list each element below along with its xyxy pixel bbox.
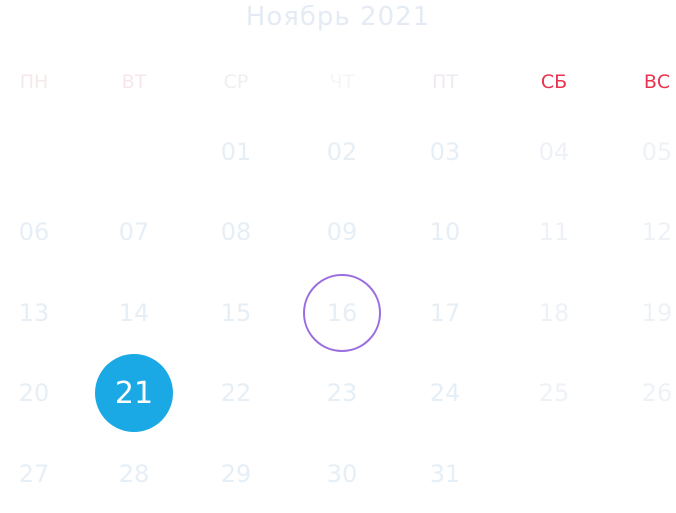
day-cell[interactable]: 25: [515, 354, 593, 432]
day-cell[interactable]: 15: [197, 274, 275, 352]
day-cell[interactable]: 03: [406, 113, 484, 191]
day-cell[interactable]: 22: [197, 354, 275, 432]
day-cell[interactable]: 10: [406, 193, 484, 271]
calendar: Ноябрь 2021 ПН ВТ СР ЧТ ПТ СБ ВС 01 02 03 0…: [0, 0, 676, 490]
day-cell-today[interactable]: 16: [303, 274, 381, 352]
day-cell[interactable]: 20: [0, 354, 73, 432]
day-cell[interactable]: 19: [618, 274, 676, 352]
day-cell[interactable]: 26: [618, 354, 676, 432]
day-cell[interactable]: 04: [515, 113, 593, 191]
day-cell[interactable]: 02: [303, 113, 381, 191]
day-cell[interactable]: 14: [95, 274, 173, 352]
day-cell[interactable]: 29: [197, 435, 275, 513]
day-cell-selected[interactable]: 21: [95, 354, 173, 432]
day-cell[interactable]: 12: [618, 193, 676, 271]
day-cell[interactable]: 01: [197, 113, 275, 191]
day-cell[interactable]: 06: [0, 193, 73, 271]
day-cell[interactable]: 09: [303, 193, 381, 271]
day-cell[interactable]: 13: [0, 274, 73, 352]
day-cell[interactable]: 17: [406, 274, 484, 352]
day-grid: 01 02 03 04 05 06 07 08 09 10 11 12 13 14 15 16 17 18 19 20…: [0, 0, 676, 490]
day-cell[interactable]: 31: [406, 435, 484, 513]
day-cell[interactable]: 07: [95, 193, 173, 271]
day-cell[interactable]: 18: [515, 274, 593, 352]
day-cell[interactable]: 05: [618, 113, 676, 191]
day-cell[interactable]: 11: [515, 193, 593, 271]
day-cell[interactable]: 23: [303, 354, 381, 432]
day-cell[interactable]: 28: [95, 435, 173, 513]
day-cell[interactable]: 08: [197, 193, 275, 271]
day-cell[interactable]: 30: [303, 435, 381, 513]
day-cell[interactable]: 27: [0, 435, 73, 513]
day-cell[interactable]: 24: [406, 354, 484, 432]
